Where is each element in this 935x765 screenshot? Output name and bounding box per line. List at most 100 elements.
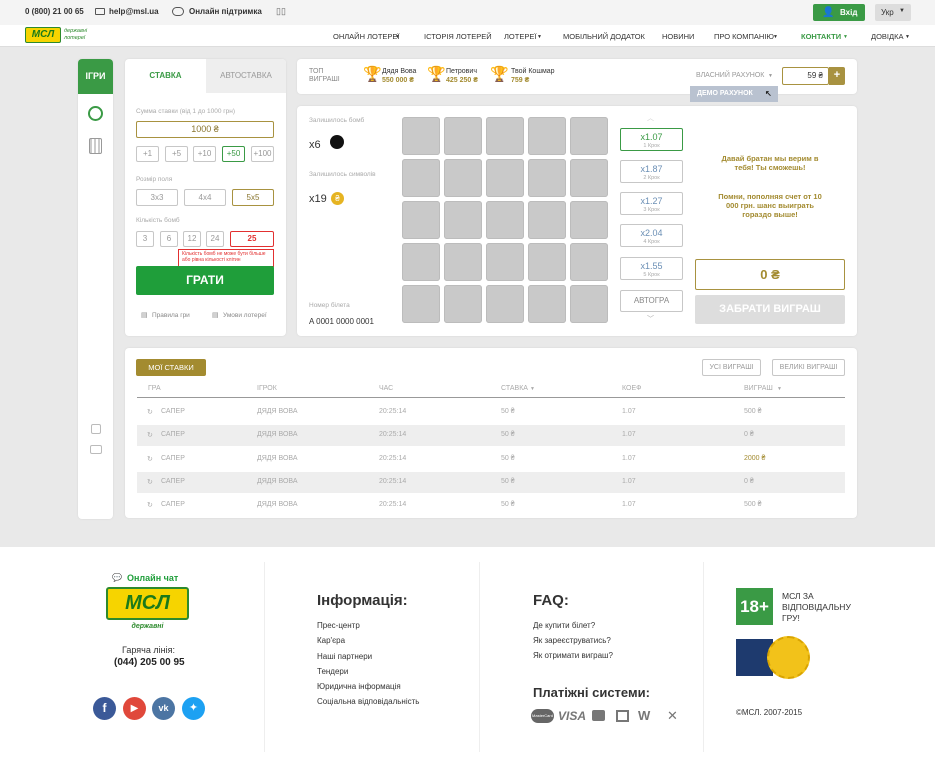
grid-tile[interactable]: [486, 159, 524, 197]
faq-link[interactable]: Як зареєструватись?: [533, 636, 611, 645]
twitter-icon[interactable]: ✦: [182, 697, 205, 720]
grid-tile[interactable]: [570, 201, 608, 239]
grid-tile[interactable]: [402, 117, 440, 155]
nav-contacts[interactable]: КОНТАКТИ: [801, 32, 841, 41]
tab-autobet[interactable]: АВТОСТАВКА: [206, 59, 286, 93]
big-wins-tab[interactable]: ВЕЛИКІ ВИГРАШІ: [772, 359, 845, 376]
autoplay-button[interactable]: АВТОГРА: [620, 290, 683, 312]
top-label: ТОП: [309, 68, 324, 75]
grid-tile[interactable]: [402, 201, 440, 239]
bombs-left-count: x6: [309, 139, 321, 151]
bombs-24[interactable]: 24: [206, 231, 224, 247]
terms-link[interactable]: Умови лотереї: [223, 312, 267, 319]
nav-online-lotteries[interactable]: ОНЛАЙН ЛОТЕРЕЇ: [333, 32, 400, 41]
all-wins-tab[interactable]: УСІ ВИГРАШІ: [702, 359, 761, 376]
col-bet[interactable]: СТАВКА: [501, 385, 528, 392]
quick-add-10[interactable]: +10: [193, 146, 216, 162]
amount-label: Сумма ставки (від 1 до 1000 грн): [136, 108, 236, 115]
bombs-3[interactable]: 3: [136, 231, 154, 247]
faq-link[interactable]: Де купити білет?: [533, 621, 595, 630]
facebook-icon[interactable]: f: [93, 697, 116, 720]
field-5x5[interactable]: 5x5: [232, 189, 274, 206]
login-button[interactable]: 👤 Вхід: [813, 4, 865, 21]
play-button[interactable]: ГРАТИ: [136, 266, 274, 295]
grid-tile[interactable]: [486, 285, 524, 323]
footer-link[interactable]: Соціальна відповідальність: [317, 697, 419, 706]
online-chat-link[interactable]: Онлайн чат: [127, 573, 178, 583]
bomb-game-icon[interactable]: [88, 106, 103, 121]
grid-tile[interactable]: [528, 285, 566, 323]
amount-input[interactable]: 1000 ₴: [136, 121, 274, 138]
sidebar-games-tab[interactable]: ІГРИ: [78, 59, 113, 94]
quick-add-100[interactable]: +100: [251, 146, 274, 162]
footer-link[interactable]: Кар'єра: [317, 636, 345, 645]
my-bets-tab[interactable]: МОЇ СТАВКИ: [136, 359, 206, 376]
rules-link[interactable]: Правила гри: [152, 312, 190, 319]
bombs-6[interactable]: 6: [160, 231, 178, 247]
chevron-down-icon: ▼: [537, 34, 542, 40]
grid-tile[interactable]: [444, 117, 482, 155]
quick-add-5[interactable]: +5: [165, 146, 188, 162]
chevron-down-icon[interactable]: ﹀: [647, 314, 654, 324]
youtube-icon[interactable]: [90, 445, 102, 454]
language-select[interactable]: Укр ▼: [875, 4, 911, 21]
footer-logo-sub: державні: [131, 623, 164, 630]
sort-icon[interactable]: ▼: [777, 386, 782, 392]
grid-tile[interactable]: [444, 243, 482, 281]
castle-game-icon[interactable]: [89, 138, 102, 154]
grid-tile[interactable]: [570, 117, 608, 155]
nav-about[interactable]: ПРО КОМПАНІЮ: [714, 32, 774, 41]
grid-tile[interactable]: [402, 159, 440, 197]
demo-account-option[interactable]: ДЕМО РАХУНОК ↖: [690, 86, 778, 102]
facebook-icon[interactable]: [91, 424, 101, 434]
support-link[interactable]: Онлайн підтримка: [189, 7, 262, 16]
quick-add-50[interactable]: +50: [222, 146, 245, 162]
sort-icon[interactable]: ▼: [530, 386, 535, 392]
logo[interactable]: МСЛ: [25, 27, 61, 43]
grid-tile[interactable]: [570, 285, 608, 323]
field-3x3[interactable]: 3x3: [136, 189, 178, 206]
vk-icon[interactable]: vk: [152, 697, 175, 720]
nav-help[interactable]: ДОВІДКА: [871, 32, 903, 41]
footer-link[interactable]: Прес-центр: [317, 621, 360, 630]
faq-link[interactable]: Як отримати виграш?: [533, 651, 613, 660]
grid-tile[interactable]: [444, 201, 482, 239]
phone-number[interactable]: 0 (800) 21 00 65: [25, 7, 84, 16]
footer-link[interactable]: Юридична інформація: [317, 682, 401, 691]
collect-win-button[interactable]: ЗАБРАТИ ВИГРАШ: [695, 295, 845, 324]
bombs-12[interactable]: 12: [183, 231, 201, 247]
hotline-number[interactable]: (044) 205 00 95: [114, 657, 185, 668]
field-4x4[interactable]: 4x4: [184, 189, 226, 206]
tab-bet[interactable]: СТАВКА: [125, 59, 206, 93]
grid-tile[interactable]: [528, 243, 566, 281]
toggle-icon[interactable]: ▯▯: [276, 6, 286, 17]
grid-tile[interactable]: [486, 117, 524, 155]
deposit-button[interactable]: +: [829, 67, 845, 85]
grid-tile[interactable]: [402, 243, 440, 281]
symbols-left-label: Залишилось символів: [309, 171, 376, 178]
youtube-icon[interactable]: ▶: [123, 697, 146, 720]
col-win[interactable]: ВИГРАШ: [744, 385, 773, 392]
account-select[interactable]: ВЛАСНИЙ РАХУНОК: [696, 72, 764, 79]
nav-mobile-app[interactable]: МОБІЛЬНИЙ ДОДАТОК: [563, 32, 645, 41]
grid-tile[interactable]: [528, 159, 566, 197]
nav-history[interactable]: ІСТОРІЯ ЛОТЕРЕЙ: [424, 32, 492, 41]
grid-tile[interactable]: [486, 201, 524, 239]
chevron-up-icon[interactable]: ︿: [647, 113, 654, 123]
grid-tile[interactable]: [444, 285, 482, 323]
bombs-25[interactable]: 25: [230, 231, 274, 247]
refresh-icon: ↻: [147, 502, 153, 509]
grid-tile[interactable]: [444, 159, 482, 197]
footer-link[interactable]: Тендери: [317, 667, 348, 676]
nav-news[interactable]: НОВИНИ: [662, 32, 694, 41]
nav-lotteries[interactable]: ЛОТЕРЕЇ: [504, 32, 536, 41]
grid-tile[interactable]: [570, 243, 608, 281]
grid-tile[interactable]: [570, 159, 608, 197]
email-link[interactable]: help@msl.ua: [109, 7, 159, 16]
footer-link[interactable]: Наші партнери: [317, 652, 372, 661]
grid-tile[interactable]: [402, 285, 440, 323]
grid-tile[interactable]: [486, 243, 524, 281]
grid-tile[interactable]: [528, 201, 566, 239]
grid-tile[interactable]: [528, 117, 566, 155]
quick-add-1[interactable]: +1: [136, 146, 159, 162]
